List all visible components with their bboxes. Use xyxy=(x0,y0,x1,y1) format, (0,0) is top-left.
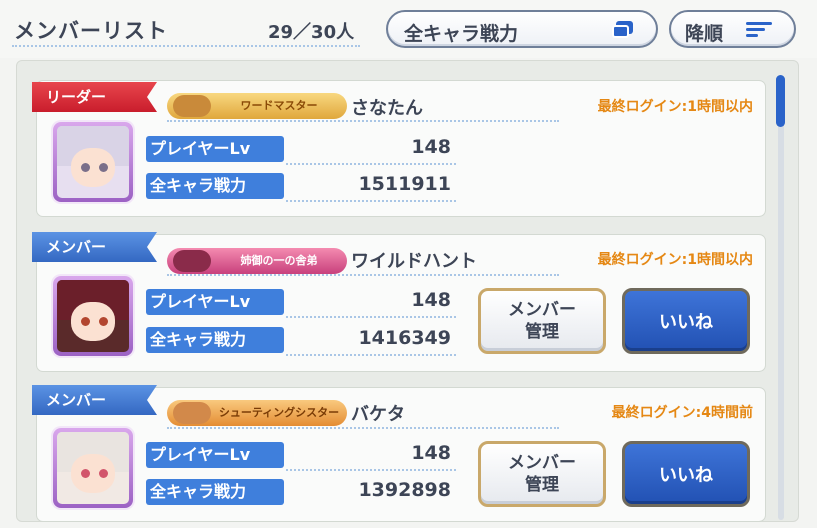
copy-icon xyxy=(612,21,634,39)
title-chibi-icon xyxy=(173,95,211,117)
last-login: 最終ログイン:4時間前 xyxy=(611,405,753,421)
player-name[interactable]: ワイルドハント xyxy=(351,247,477,273)
player-level-label: プレイヤーLv xyxy=(146,289,284,315)
avatar[interactable] xyxy=(53,276,133,356)
total-power-value: 1511911 xyxy=(358,173,451,195)
total-power-label: 全キャラ戦力 xyxy=(146,327,284,353)
title-badge: シューティングシスター xyxy=(167,400,347,426)
stat-divider xyxy=(286,469,456,471)
page-title: メンバーリスト xyxy=(14,19,168,43)
avatar[interactable] xyxy=(53,122,133,202)
stat-divider xyxy=(286,316,456,318)
title-divider xyxy=(12,45,360,47)
header-bar: メンバーリスト 29／30人 全キャラ戦力 降順 xyxy=(0,0,817,58)
player-level-label: プレイヤーLv xyxy=(146,136,284,162)
total-power-label: 全キャラ戦力 xyxy=(146,479,284,505)
sort-criteria-label: 全キャラ戦力 xyxy=(404,23,519,45)
scrollbar-track[interactable] xyxy=(778,75,784,520)
player-level-value: 148 xyxy=(411,442,451,464)
name-divider xyxy=(167,274,559,276)
stat-divider xyxy=(286,200,456,202)
scrollbar-thumb[interactable] xyxy=(776,75,785,127)
role-badge-leader: リーダー xyxy=(32,82,157,112)
sort-order-label: 降順 xyxy=(685,23,724,45)
role-badge-member: メンバー xyxy=(32,385,157,415)
like-button[interactable]: いいね xyxy=(622,441,750,507)
stat-divider xyxy=(286,163,456,165)
player-name[interactable]: さなたん xyxy=(351,94,423,120)
member-count: 29／30人 xyxy=(268,22,355,43)
name-divider xyxy=(167,427,559,429)
total-power-value: 1416349 xyxy=(358,327,451,349)
last-login: 最終ログイン:1時間以内 xyxy=(597,99,753,115)
player-level-label: プレイヤーLv xyxy=(146,442,284,468)
player-level-value: 148 xyxy=(411,136,451,158)
title-chibi-icon xyxy=(173,402,211,424)
member-manage-button[interactable]: メンバー 管理 xyxy=(478,288,606,354)
name-divider xyxy=(167,120,559,122)
total-power-label: 全キャラ戦力 xyxy=(146,173,284,199)
total-power-value: 1392898 xyxy=(358,479,451,501)
player-name[interactable]: バケタ xyxy=(351,400,405,426)
like-button[interactable]: いいね xyxy=(622,288,750,354)
stat-divider xyxy=(286,354,456,356)
title-badge: 姉御の一の舎弟 xyxy=(167,248,347,274)
last-login: 最終ログイン:1時間以内 xyxy=(597,252,753,268)
member-manage-button[interactable]: メンバー 管理 xyxy=(478,441,606,507)
role-badge-member: メンバー xyxy=(32,232,157,262)
title-badge: ワードマスター xyxy=(167,93,347,119)
player-level-value: 148 xyxy=(411,289,451,311)
sort-lines-icon xyxy=(746,22,772,38)
avatar[interactable] xyxy=(53,428,133,508)
sort-order-button[interactable]: 降順 xyxy=(669,10,796,48)
sort-criteria-dropdown[interactable]: 全キャラ戦力 xyxy=(386,10,658,48)
title-chibi-icon xyxy=(173,250,211,272)
